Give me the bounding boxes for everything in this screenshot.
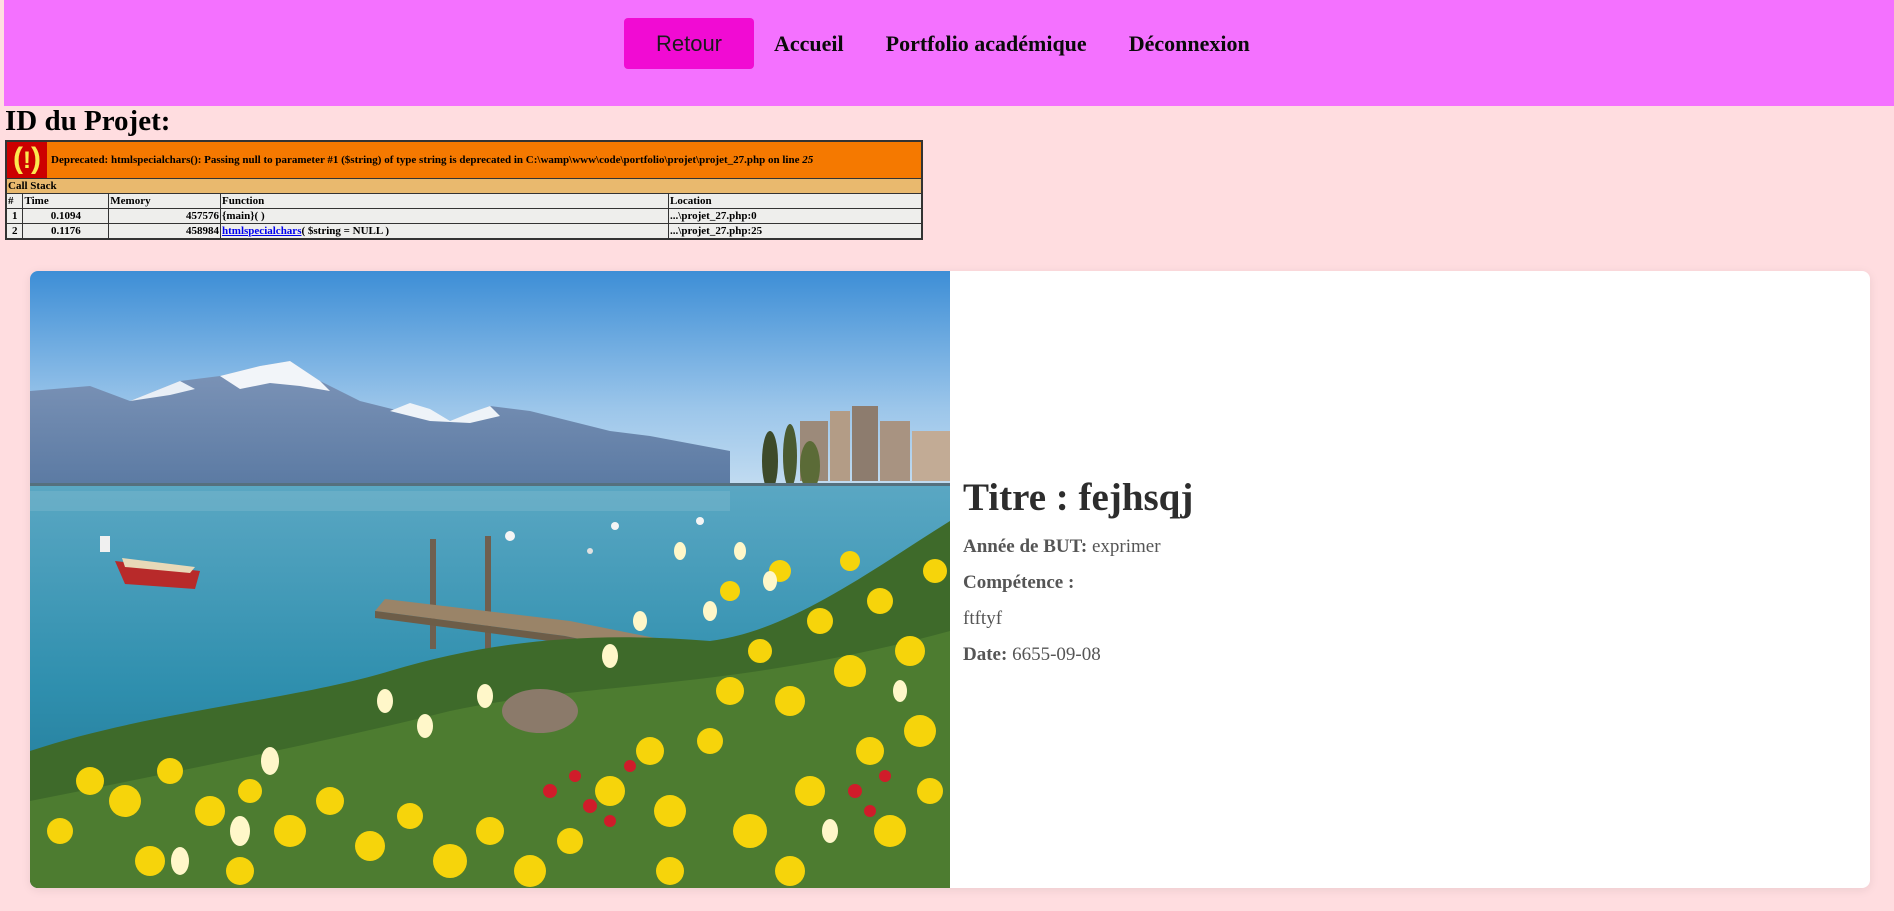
warning-icon: (!) [7, 142, 47, 178]
project-image [30, 271, 950, 888]
column-header: Time [22, 193, 110, 209]
back-button[interactable]: Retour [624, 18, 754, 69]
page-title: ID du Projet: [5, 105, 171, 137]
cell-function: htmlspecialchars( $string = NULL ) [220, 223, 670, 240]
project-card: Titre : fejhsqj Année de BUT: exprimer C… [30, 271, 1870, 888]
project-annee: Année de BUT: exprimer [963, 536, 1161, 557]
nav-link-accueil[interactable]: Accueil [774, 31, 844, 57]
cell-location: ...\projet_27.php:0 [668, 208, 923, 224]
project-date: Date: 6655-09-08 [963, 644, 1101, 665]
call-stack-header: Call Stack [5, 178, 923, 194]
nav-link-deconnexion[interactable]: Déconnexion [1129, 31, 1250, 57]
cell-num: 2 [5, 223, 24, 240]
cell-location: ...\projet_27.php:25 [668, 223, 923, 240]
call-stack-columns: # Time Memory Function Location [5, 193, 923, 209]
error-message: Deprecated: htmlspecialchars(): Passing … [51, 154, 814, 166]
project-info: Titre : fejhsqj Année de BUT: exprimer C… [963, 475, 1843, 678]
error-message-row: (!) Deprecated: htmlspecialchars(): Passi… [5, 140, 923, 179]
column-header: # [5, 193, 24, 209]
table-row: 1 0.1094 457576 {main}( ) ...\projet_27.… [5, 208, 923, 224]
call-stack-label: Call Stack [5, 178, 923, 194]
nav-link-portfolio[interactable]: Portfolio académique [886, 31, 1087, 57]
column-header: Memory [108, 193, 222, 209]
project-competence-value: ftftyf [963, 608, 1003, 629]
function-doc-link[interactable]: htmlspecialchars [222, 225, 301, 237]
cell-time: 0.1094 [22, 208, 110, 224]
cell-memory: 458984 [108, 223, 222, 240]
table-row: 2 0.1176 458984 htmlspecialchars( $strin… [5, 223, 923, 240]
nav-menu: Retour Accueil Portfolio académique Déco… [624, 18, 1292, 69]
project-competence-label: Compétence : [963, 572, 1075, 593]
cell-function: {main}( ) [220, 208, 670, 224]
xdebug-error-table: (!) Deprecated: htmlspecialchars(): Passi… [5, 140, 923, 240]
project-title: Titre : fejhsqj [963, 476, 1194, 519]
cell-num: 1 [5, 208, 24, 224]
column-header: Function [220, 193, 670, 209]
cell-memory: 457576 [108, 208, 222, 224]
top-navbar: Retour Accueil Portfolio académique Déco… [4, 0, 1894, 106]
column-header: Location [668, 193, 923, 209]
cell-time: 0.1176 [22, 223, 110, 240]
